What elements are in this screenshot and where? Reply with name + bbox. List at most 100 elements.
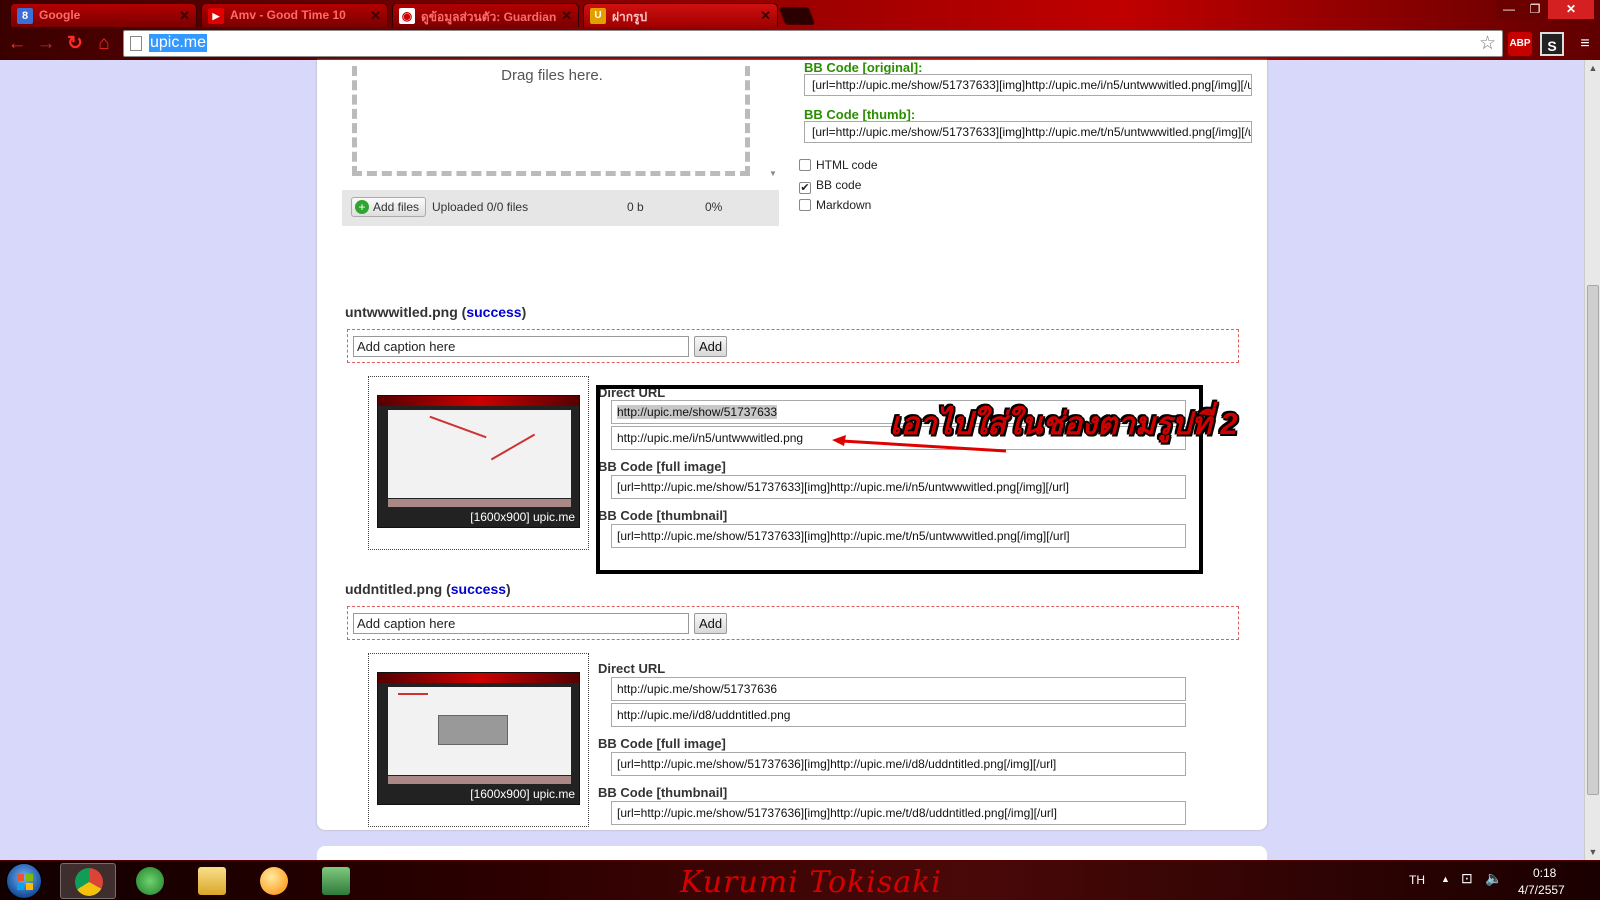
tab-title: Google bbox=[39, 8, 81, 22]
drop-zone[interactable]: Drag files here. ▼ bbox=[342, 60, 779, 190]
windows-logo-icon bbox=[17, 874, 33, 890]
upic-favicon-icon: U bbox=[590, 8, 606, 24]
volume-icon[interactable]: 🔈 bbox=[1485, 870, 1502, 887]
upload-status-bar: + Add files Uploaded 0/0 files 0 b 0% bbox=[342, 190, 779, 226]
home-icon[interactable]: ⌂ bbox=[93, 33, 115, 55]
thumbnail-image[interactable]: [1600x900] upic.me bbox=[377, 395, 580, 528]
uploaded-count: Uploaded 0/0 files bbox=[432, 200, 529, 214]
page-icon bbox=[130, 36, 142, 51]
media-player-icon bbox=[260, 867, 288, 895]
youtube-favicon-icon: ▶ bbox=[208, 8, 224, 24]
network-icon[interactable]: ⊡ bbox=[1461, 870, 1473, 887]
markdown-checkbox[interactable] bbox=[799, 199, 811, 211]
tray-expand-icon[interactable]: ▲ bbox=[1441, 874, 1450, 884]
taskbar-download-manager[interactable] bbox=[122, 863, 178, 899]
option-markdown[interactable]: Markdown bbox=[799, 198, 871, 212]
taskbar-chrome[interactable] bbox=[60, 863, 116, 899]
clock-time[interactable]: 0:18 bbox=[1533, 866, 1556, 880]
bb-thumbnail-field[interactable]: [url=http://upic.me/show/51737636][img]h… bbox=[611, 801, 1186, 825]
tab-upic[interactable]: U ฝากรูป ✕ bbox=[583, 3, 778, 27]
add-files-button[interactable]: + Add files bbox=[351, 197, 427, 217]
close-tab-icon[interactable]: ✕ bbox=[561, 8, 572, 24]
s-extension-icon[interactable]: S bbox=[1540, 32, 1564, 56]
drop-zone-text: Drag files here. bbox=[501, 67, 603, 84]
tab-strip: 8 Google ✕ ▶ Amv - Good Time 10 ✕ ◉ ดูข้… bbox=[0, 0, 1490, 27]
bb-code-checkbox[interactable]: ✔ bbox=[799, 182, 811, 194]
menu-icon[interactable]: ≡ bbox=[1576, 32, 1594, 56]
tab-title: Amv - Good Time 10 bbox=[230, 8, 346, 22]
reload-icon[interactable]: ↻ bbox=[64, 33, 86, 55]
minimize-button[interactable]: — bbox=[1496, 0, 1522, 19]
bb-thumb-field[interactable]: [url=http://upic.me/show/51737633][img]h… bbox=[804, 121, 1252, 143]
thumbnail-part bbox=[438, 715, 508, 745]
close-window-button[interactable]: ✕ bbox=[1548, 0, 1594, 19]
html-code-checkbox[interactable] bbox=[799, 159, 811, 171]
back-arrow-icon[interactable]: ← bbox=[6, 33, 28, 55]
bb-original-field[interactable]: [url=http://upic.me/show/51737633][img]h… bbox=[804, 74, 1252, 96]
close-tab-icon[interactable]: ✕ bbox=[370, 8, 381, 24]
taskbar-media-player[interactable] bbox=[246, 863, 302, 899]
scroll-thumb[interactable] bbox=[1587, 285, 1599, 795]
adblock-extension-icon[interactable]: ABP bbox=[1508, 32, 1532, 56]
file-name: uddntitled.png bbox=[345, 581, 443, 597]
option-label: Markdown bbox=[816, 198, 872, 212]
annotation-arrow-icon bbox=[832, 435, 1007, 453]
taskbar-explorer[interactable] bbox=[184, 863, 240, 899]
add-caption-button[interactable]: Add bbox=[694, 336, 728, 357]
forward-arrow-icon[interactable]: → bbox=[35, 33, 57, 55]
maximize-button[interactable]: ❐ bbox=[1522, 0, 1548, 19]
tab-title: ฝากรูป bbox=[612, 10, 648, 24]
upload-size: 0 b bbox=[627, 200, 644, 214]
bb-thumb-label: BB Code [thumb]: bbox=[804, 107, 916, 122]
file-status[interactable]: success bbox=[466, 304, 521, 320]
taskbar-brand-text: Kurumi Tokisaki bbox=[680, 865, 942, 900]
caption-input[interactable]: Add caption here bbox=[353, 613, 689, 634]
thumbnail-caption: [1600x900] upic.me bbox=[470, 510, 575, 524]
add-caption-button[interactable]: Add bbox=[694, 613, 728, 634]
guardian-favicon-icon: ◉ bbox=[399, 8, 415, 24]
language-indicator[interactable]: TH bbox=[1409, 873, 1425, 887]
option-html-code[interactable]: HTML code bbox=[799, 158, 878, 172]
file-status[interactable]: success bbox=[451, 581, 506, 597]
file-heading-2: uddntitled.png (success) bbox=[345, 581, 511, 597]
bb-full-label: BB Code [full image] bbox=[598, 736, 726, 751]
file-name: untwwwitled.png bbox=[345, 304, 458, 320]
show-url-field[interactable]: http://upic.me/show/51737636 bbox=[611, 677, 1186, 701]
caption-input[interactable]: Add caption here bbox=[353, 336, 689, 357]
page-scrollbar[interactable]: ▲ ▼ bbox=[1584, 60, 1600, 860]
thumbnail-part bbox=[398, 693, 428, 695]
scroll-down-arrow-icon[interactable]: ▼ bbox=[1585, 844, 1600, 860]
start-button[interactable] bbox=[6, 863, 42, 899]
caption-row-2: Add caption here Add bbox=[347, 606, 1239, 640]
new-tab-button[interactable] bbox=[778, 7, 816, 25]
bb-full-field[interactable]: [url=http://upic.me/show/51737636][img]h… bbox=[611, 752, 1186, 776]
tab-google[interactable]: 8 Google ✕ bbox=[10, 3, 197, 27]
chrome-icon bbox=[75, 868, 103, 896]
thumbnail-part bbox=[388, 776, 571, 784]
option-bb-code[interactable]: ✔ BB code bbox=[799, 178, 861, 194]
windows-taskbar: Kurumi Tokisaki TH ▲ ⊡ 🔈 0:18 4/7/2557 bbox=[0, 860, 1600, 900]
bb-thumbnail-label: BB Code [thumbnail] bbox=[598, 785, 728, 800]
tab-youtube[interactable]: ▶ Amv - Good Time 10 ✕ bbox=[201, 3, 388, 27]
caption-row-1: Add caption here Add bbox=[347, 329, 1239, 363]
taskbar-app[interactable] bbox=[308, 863, 364, 899]
tab-guardian[interactable]: ◉ ดูข้อมูลส่วนตัว: Guardian ✕ bbox=[392, 3, 579, 27]
address-url[interactable]: upic.me bbox=[149, 34, 208, 52]
browser-chrome: 8 Google ✕ ▶ Amv - Good Time 10 ✕ ◉ ดูข้… bbox=[0, 0, 1600, 60]
option-label: HTML code bbox=[816, 158, 878, 172]
file-heading-1: untwwwitled.png (success) bbox=[345, 304, 527, 320]
scroll-up-arrow-icon[interactable]: ▲ bbox=[1585, 60, 1600, 76]
option-label: BB code bbox=[816, 178, 862, 192]
browser-toolbar: ← → ↻ ⌂ upic.me ☆ ABP S ≡ bbox=[0, 28, 1600, 60]
close-tab-icon[interactable]: ✕ bbox=[760, 8, 771, 24]
direct-url-field[interactable]: http://upic.me/i/d8/uddntitled.png bbox=[611, 703, 1186, 727]
close-tab-icon[interactable]: ✕ bbox=[179, 8, 190, 24]
clock-date[interactable]: 4/7/2557 bbox=[1518, 883, 1565, 897]
thumbnail-image[interactable]: [1600x900] upic.me bbox=[377, 672, 580, 805]
bookmark-star-icon[interactable]: ☆ bbox=[1479, 32, 1496, 55]
google-favicon-icon: 8 bbox=[17, 8, 33, 24]
drop-zone-scroll-icon[interactable]: ▼ bbox=[769, 169, 777, 178]
address-bar[interactable]: upic.me ☆ bbox=[123, 30, 1503, 57]
thumbnail-part bbox=[388, 410, 571, 498]
upload-percent: 0% bbox=[705, 200, 723, 214]
